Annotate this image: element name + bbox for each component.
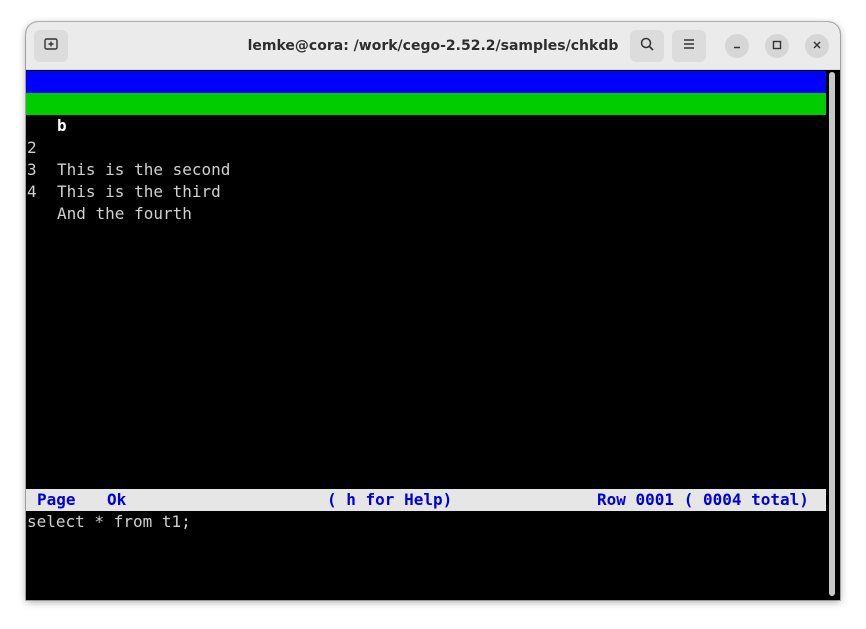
window-title: lemke@cora: /work/cego-2.52.2/samples/ch…	[247, 38, 619, 54]
search-icon	[639, 36, 655, 57]
menu-button[interactable]	[672, 30, 706, 62]
maximize-button[interactable]	[765, 34, 789, 58]
status-state: Ok	[107, 490, 127, 509]
status-row-position: Row 0001 ( 0004 total)	[597, 490, 809, 509]
minimize-button[interactable]	[725, 34, 749, 58]
command-line[interactable]: select * from t1;	[26, 511, 826, 533]
table-header: a b	[26, 71, 826, 135]
maximize-icon	[772, 37, 782, 55]
terminal-window: lemke@cora: /work/cego-2.52.2/samples/ch…	[26, 22, 840, 600]
new-tab-icon	[43, 36, 59, 57]
scrollbar[interactable]	[829, 72, 835, 596]
hamburger-menu-icon	[681, 36, 697, 57]
table-row[interactable]: 2 This is the second	[26, 115, 826, 179]
status-bar: Page Ok ( h for Help) Row 0001 ( 0004 to…	[26, 489, 826, 511]
title-bar: lemke@cora: /work/cego-2.52.2/samples/ch…	[26, 22, 840, 70]
minimize-icon	[732, 37, 742, 55]
table-row[interactable]: 3 This is the third	[26, 137, 826, 201]
table-row[interactable]: 4 And the fourth	[26, 159, 826, 223]
terminal-content[interactable]: a b 1 This is the first 2 This is the se…	[26, 70, 826, 600]
close-icon	[812, 37, 822, 55]
new-tab-button[interactable]	[34, 30, 68, 62]
search-button[interactable]	[630, 30, 664, 62]
status-mode: Page	[37, 490, 76, 509]
cell-a: 4	[27, 182, 37, 201]
cell-b: And the fourth	[57, 204, 192, 223]
table-row-selected[interactable]: 1 This is the first	[26, 93, 826, 157]
status-help: ( h for Help)	[327, 490, 453, 509]
close-button[interactable]	[805, 34, 829, 58]
